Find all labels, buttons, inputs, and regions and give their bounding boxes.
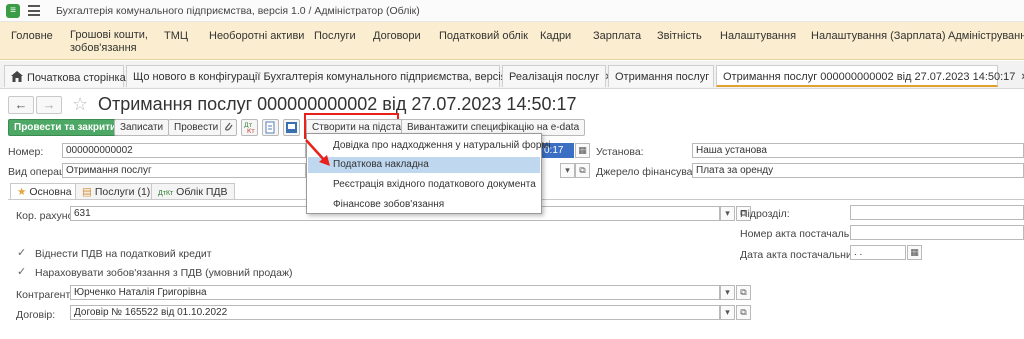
- svg-text:Кт: Кт: [247, 128, 255, 135]
- chevron-down-icon[interactable]: ▾: [720, 305, 735, 320]
- vat-liability-label: Нараховувати зобов'язання з ПДВ (умовний…: [35, 267, 293, 279]
- act-date-field[interactable]: . .: [850, 245, 906, 260]
- contract-field[interactable]: Договір № 165522 від 01.10.2022: [70, 305, 720, 320]
- tab-current-document[interactable]: Отримання послуг 000000000002 від 27.07.…: [716, 65, 1024, 87]
- menu-item-cash[interactable]: Грошові кошти, зобов'язання: [70, 29, 148, 55]
- tab-home[interactable]: Початкова сторінка: [4, 65, 126, 87]
- form-tab-main-label: Основна: [29, 186, 72, 198]
- home-icon: [11, 71, 23, 82]
- red-arrow-icon: [305, 139, 330, 166]
- open-icon[interactable]: ⧉: [736, 285, 751, 300]
- attachment-icon[interactable]: [220, 119, 237, 136]
- number-label: Номер:: [8, 146, 44, 158]
- chevron-down-icon[interactable]: ▾: [560, 163, 575, 178]
- contract-label: Договір:: [16, 309, 56, 321]
- open-tabs-bar: Початкова сторінка Що нового в конфігура…: [0, 61, 1024, 89]
- calendar-icon[interactable]: ▦: [907, 245, 922, 260]
- menu-item-hr[interactable]: Кадри: [540, 30, 571, 43]
- menu-item-natural-receipt[interactable]: Довідка про надходження у натуральній фо…: [308, 138, 551, 154]
- institution-label: Установа:: [596, 146, 644, 158]
- star-icon: ★: [17, 186, 27, 198]
- act-date-label: Дата акта постачальника:: [740, 249, 866, 261]
- tab-services-sales[interactable]: Реалізація послуг×: [502, 65, 612, 87]
- create-based-on-label: Створити на підставі: [312, 122, 409, 133]
- menu-item-cash-line1: Грошові кошти,: [70, 29, 148, 41]
- window-title-bar: ≡ Бухгалтерія комунального підприємства,…: [0, 0, 1024, 22]
- services-table-icon: ▤: [82, 186, 92, 198]
- menu-item-salary[interactable]: Зарплата: [593, 30, 641, 43]
- app-logo-icon: ≡: [6, 4, 20, 18]
- forward-button[interactable]: →: [36, 96, 62, 114]
- menu-item-settings-salary[interactable]: Налаштування (Зарплата): [811, 30, 946, 43]
- menu-item-financial-liability[interactable]: Фінансове зобов'язання: [308, 197, 540, 213]
- contractor-field[interactable]: Юрченко Наталія Григорівна: [70, 285, 720, 300]
- sections-menu: Головне Грошові кошти, зобов'язання ТМЦ …: [0, 22, 1024, 60]
- vat-credit-label: Віднести ПДВ на податковий кредит: [35, 248, 212, 260]
- back-button[interactable]: ←: [8, 96, 34, 114]
- dt-kt-icon: ДтКт: [158, 190, 174, 197]
- operation-type-field[interactable]: Отримання послуг: [62, 163, 306, 178]
- menu-item-admin[interactable]: Адміністрування: [948, 30, 1024, 43]
- chevron-down-icon[interactable]: ▾: [720, 285, 735, 300]
- menu-item-tax[interactable]: Податковий облік: [439, 30, 528, 43]
- tab-current-document-label: Отримання послуг 000000000002 від 27.07.…: [723, 71, 1016, 83]
- form-tab-main[interactable]: ★ Основна: [10, 183, 79, 200]
- tab-services-receipts[interactable]: Отримання послуг×: [608, 65, 722, 87]
- menu-item-fixed-assets[interactable]: Необоротні активи: [209, 30, 304, 43]
- form-tab-services[interactable]: ▤ Послуги (1): [75, 183, 158, 200]
- open-icon[interactable]: ⧉: [736, 305, 751, 320]
- subdivision-field[interactable]: [850, 205, 1024, 220]
- menu-item-tax-invoice[interactable]: Податкова накладна: [308, 157, 540, 173]
- favorite-star-icon[interactable]: ☆: [72, 94, 88, 114]
- tab-whats-new-label: Що нового в конфігурації Бухгалтерія ком…: [133, 71, 525, 83]
- print-form-icon[interactable]: [283, 119, 300, 136]
- contractor-label: Контрагент:: [16, 289, 74, 301]
- vat-credit-checkbox[interactable]: ✓: [17, 248, 28, 259]
- form-tab-vat-label: Облік ПДВ: [176, 186, 228, 198]
- hamburger-menu-icon[interactable]: [28, 5, 40, 16]
- form-tab-vat[interactable]: ДтКт Облік ПДВ: [151, 183, 235, 200]
- act-number-field[interactable]: [850, 225, 1024, 240]
- menu-item-main[interactable]: Головне: [11, 30, 53, 43]
- menu-item-cash-line2: зобов'язання: [70, 42, 137, 54]
- vat-liability-checkbox[interactable]: ✓: [17, 267, 28, 278]
- open-icon[interactable]: ⧉: [575, 163, 590, 178]
- institution-field[interactable]: Наша установа: [692, 143, 1024, 158]
- tab-home-label: Початкова сторінка: [27, 72, 126, 84]
- funding-source-field[interactable]: Плата за оренду: [692, 163, 1024, 178]
- menu-item-incoming-tax-doc[interactable]: Реєстрація вхідного податкового документ…: [308, 177, 540, 193]
- subdivision-label: Підрозділ:: [740, 208, 790, 220]
- tab-services-sales-label: Реалізація послуг: [509, 71, 600, 83]
- post-and-close-button[interactable]: Провести та закрити: [8, 119, 123, 136]
- chevron-down-icon[interactable]: ▾: [720, 206, 735, 221]
- menu-item-settings[interactable]: Налаштування: [720, 30, 796, 43]
- form-tab-services-label: Послуги (1): [94, 186, 151, 198]
- post-button[interactable]: Провести: [168, 119, 225, 136]
- calendar-icon[interactable]: ▦: [575, 143, 590, 158]
- dt-kt-postings-icon[interactable]: Дт Кт: [241, 119, 258, 136]
- menu-item-contracts[interactable]: Договори: [373, 30, 421, 43]
- save-button[interactable]: Записати: [114, 119, 170, 136]
- number-field[interactable]: 000000000002: [62, 143, 306, 158]
- menu-item-reports[interactable]: Звітність: [657, 30, 702, 43]
- report-icon[interactable]: [262, 119, 279, 136]
- tab-whats-new[interactable]: Що нового в конфігурації Бухгалтерія ком…: [126, 65, 537, 87]
- create-based-on-menu: Довідка про надходження у натуральній фо…: [306, 133, 551, 214]
- tab-services-receipts-label: Отримання послуг: [615, 71, 710, 83]
- window-title: Бухгалтерія комунального підприємства, в…: [56, 5, 420, 17]
- document-title: Отримання послуг 000000000002 від 27.07.…: [98, 94, 577, 114]
- menu-item-inventory[interactable]: ТМЦ: [164, 30, 188, 43]
- menu-item-services[interactable]: Послуги: [314, 30, 356, 43]
